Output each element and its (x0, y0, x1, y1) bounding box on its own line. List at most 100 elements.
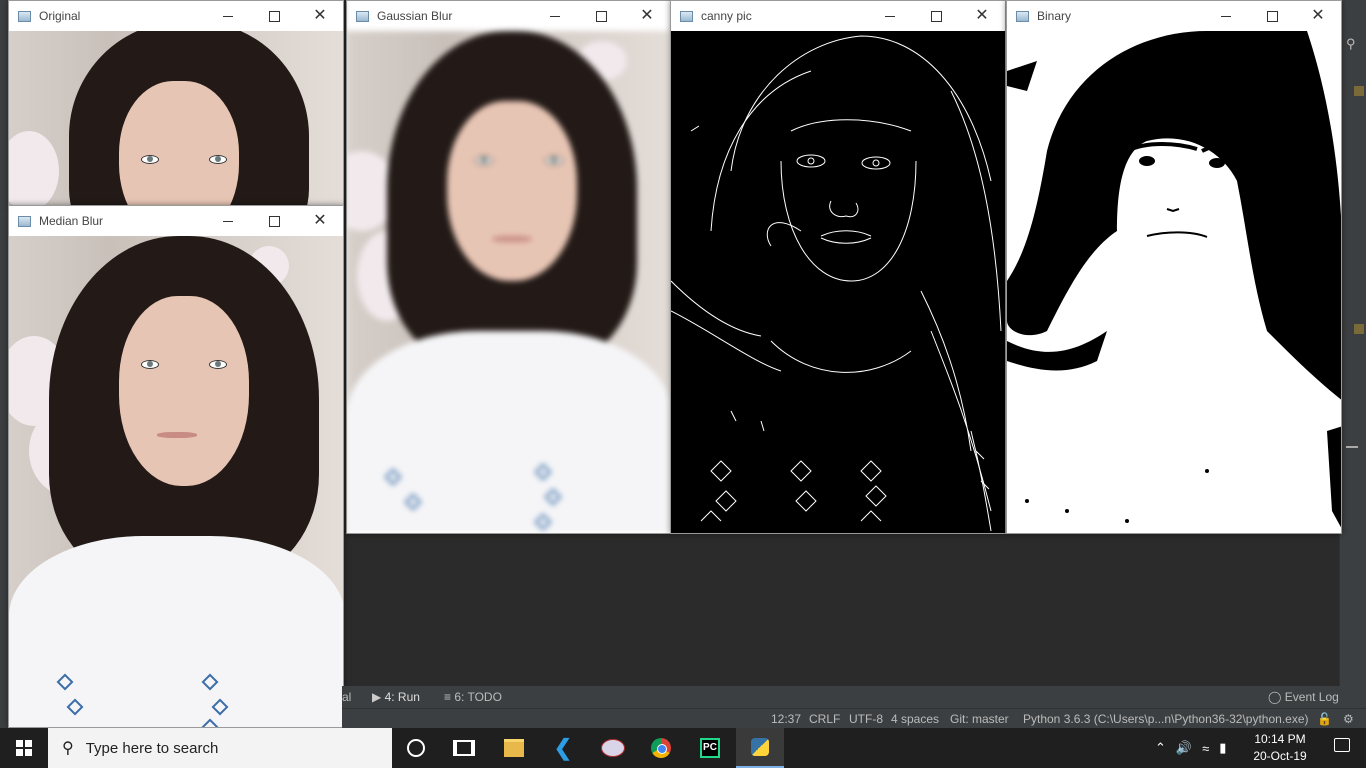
vscode-icon[interactable]: ❮ (539, 728, 587, 768)
system-tray: ⌃ 🔊 ≈ ▮ (1155, 728, 1226, 768)
close-icon: ✕ (313, 212, 327, 229)
gaussian-blur-window[interactable]: Gaussian Blur ✕ (346, 0, 671, 534)
original-window[interactable]: Original ✕ (8, 0, 344, 206)
close-button[interactable]: ✕ (1295, 1, 1341, 31)
gaussian-image (347, 31, 670, 533)
binary-window[interactable]: Binary ✕ (1006, 0, 1342, 534)
action-center-icon[interactable] (1334, 738, 1352, 756)
window-title: Binary (1037, 9, 1072, 23)
taskbar-search-box[interactable]: ⚲ Type here to search (48, 728, 392, 768)
volume-icon[interactable]: 🔊 (1176, 740, 1192, 756)
wifi-icon[interactable]: ≈ (1202, 741, 1209, 756)
app-icon (18, 215, 31, 227)
clock-time: 10:14 PM (1254, 732, 1306, 746)
collapse-icon[interactable] (1346, 446, 1358, 448)
window-titlebar[interactable]: canny pic ✕ (671, 1, 1005, 31)
maximize-icon (268, 10, 280, 22)
windows-logo-icon (16, 740, 32, 756)
maximize-button[interactable] (913, 1, 959, 31)
minimize-button[interactable] (205, 1, 251, 31)
ide-right-sidebar: ⚲ (1339, 0, 1366, 686)
maximize-button[interactable] (251, 1, 297, 31)
caret-position[interactable]: 12:37 (771, 712, 801, 726)
ide-left-gutter (0, 0, 8, 728)
minimize-button[interactable] (1203, 1, 1249, 31)
inspector-icon[interactable]: ⚙ (1343, 712, 1354, 726)
cortana-icon[interactable] (392, 728, 440, 768)
window-titlebar[interactable]: Gaussian Blur ✕ (347, 1, 670, 31)
event-log-button[interactable]: ◯ Event Log (1268, 690, 1339, 704)
close-button[interactable]: ✕ (959, 1, 1005, 31)
task-view-icon[interactable] (440, 728, 488, 768)
maximize-button[interactable] (578, 1, 624, 31)
scroll-marker (1354, 86, 1364, 96)
python-interpreter[interactable]: Python 3.6.3 (C:\Users\p...n\Python36-32… (1023, 712, 1309, 726)
window-title: Median Blur (39, 214, 104, 228)
list-icon: ≡ (444, 690, 452, 704)
window-titlebar[interactable]: Median Blur ✕ (9, 206, 343, 236)
todo-tab-label: 6: TODO (454, 690, 502, 704)
app-icon (680, 10, 693, 22)
maximize-button[interactable] (251, 206, 297, 236)
file-explorer-icon[interactable] (490, 728, 538, 768)
run-tab[interactable]: ▶ 4: Run (372, 690, 420, 704)
search-everywhere-icon[interactable]: ⚲ (1346, 36, 1360, 51)
todo-tab[interactable]: ≡ 6: TODO (444, 690, 502, 704)
paint-icon[interactable] (589, 728, 637, 768)
canny-window[interactable]: canny pic ✕ (670, 0, 1006, 534)
close-button[interactable]: ✕ (297, 206, 343, 236)
chevron-up-icon[interactable]: ⌃ (1155, 740, 1166, 756)
canny-image (671, 31, 1005, 533)
chrome-icon[interactable] (637, 728, 685, 768)
pycharm-icon[interactable]: PC (686, 728, 734, 768)
maximize-icon (268, 215, 280, 227)
maximize-icon (595, 10, 607, 22)
minimize-icon (223, 15, 233, 17)
median-blur-window[interactable]: Median Blur ✕ (8, 205, 344, 728)
git-branch[interactable]: Git: master (950, 712, 1009, 726)
maximize-button[interactable] (1249, 1, 1295, 31)
maximize-icon (930, 10, 942, 22)
ide-tool-window-bar: al ▶ 4: Run ≡ 6: TODO ◯ Event Log (342, 686, 1366, 708)
app-icon (18, 10, 31, 22)
lock-icon[interactable]: 🔓 (1317, 712, 1332, 726)
minimize-button[interactable] (205, 206, 251, 236)
start-button[interactable] (0, 728, 48, 768)
window-title: Gaussian Blur (377, 9, 453, 23)
event-log-icon: ◯ (1268, 690, 1282, 704)
minimize-button[interactable] (867, 1, 913, 31)
search-icon: ⚲ (62, 740, 74, 757)
close-icon: ✕ (313, 7, 327, 24)
close-icon: ✕ (975, 7, 989, 24)
line-separator[interactable]: CRLF (809, 712, 840, 726)
search-placeholder: Type here to search (85, 739, 219, 757)
python-icon[interactable] (736, 728, 784, 768)
close-button[interactable]: ✕ (624, 1, 670, 31)
window-titlebar[interactable]: Binary ✕ (1007, 1, 1341, 31)
run-icon: ▶ (372, 690, 382, 704)
maximize-icon (1266, 10, 1278, 22)
close-button[interactable]: ✕ (297, 1, 343, 31)
battery-icon[interactable]: ▮ (1219, 740, 1226, 756)
window-title: Original (39, 9, 81, 23)
file-encoding[interactable]: UTF-8 (849, 712, 883, 726)
tool-tab-partial[interactable]: al (342, 690, 351, 704)
taskbar-clock[interactable]: 10:14 PM 20-Oct-19 (1250, 731, 1310, 765)
original-image (9, 31, 343, 205)
minimize-icon (550, 15, 560, 17)
minimize-button[interactable] (532, 1, 578, 31)
minimize-icon (1221, 15, 1231, 17)
close-icon: ✕ (1311, 7, 1325, 24)
run-tab-label: 4: Run (384, 690, 420, 704)
minimize-icon (885, 15, 895, 17)
app-icon (1016, 10, 1029, 22)
minimize-icon (223, 220, 233, 222)
indent-setting[interactable]: 4 spaces (891, 712, 939, 726)
window-title: canny pic (701, 9, 752, 23)
clock-date: 20-Oct-19 (1253, 749, 1307, 763)
windows-taskbar: ⚲ Type here to search ❮ PC ⌃ 🔊 ≈ ▮ 10:14… (0, 728, 1366, 768)
ide-status-bar: 12:37 CRLF UTF-8 4 spaces Git: master Py… (342, 708, 1366, 729)
window-titlebar[interactable]: Original ✕ (9, 1, 343, 31)
close-icon: ✕ (640, 7, 654, 24)
app-icon (356, 10, 369, 22)
